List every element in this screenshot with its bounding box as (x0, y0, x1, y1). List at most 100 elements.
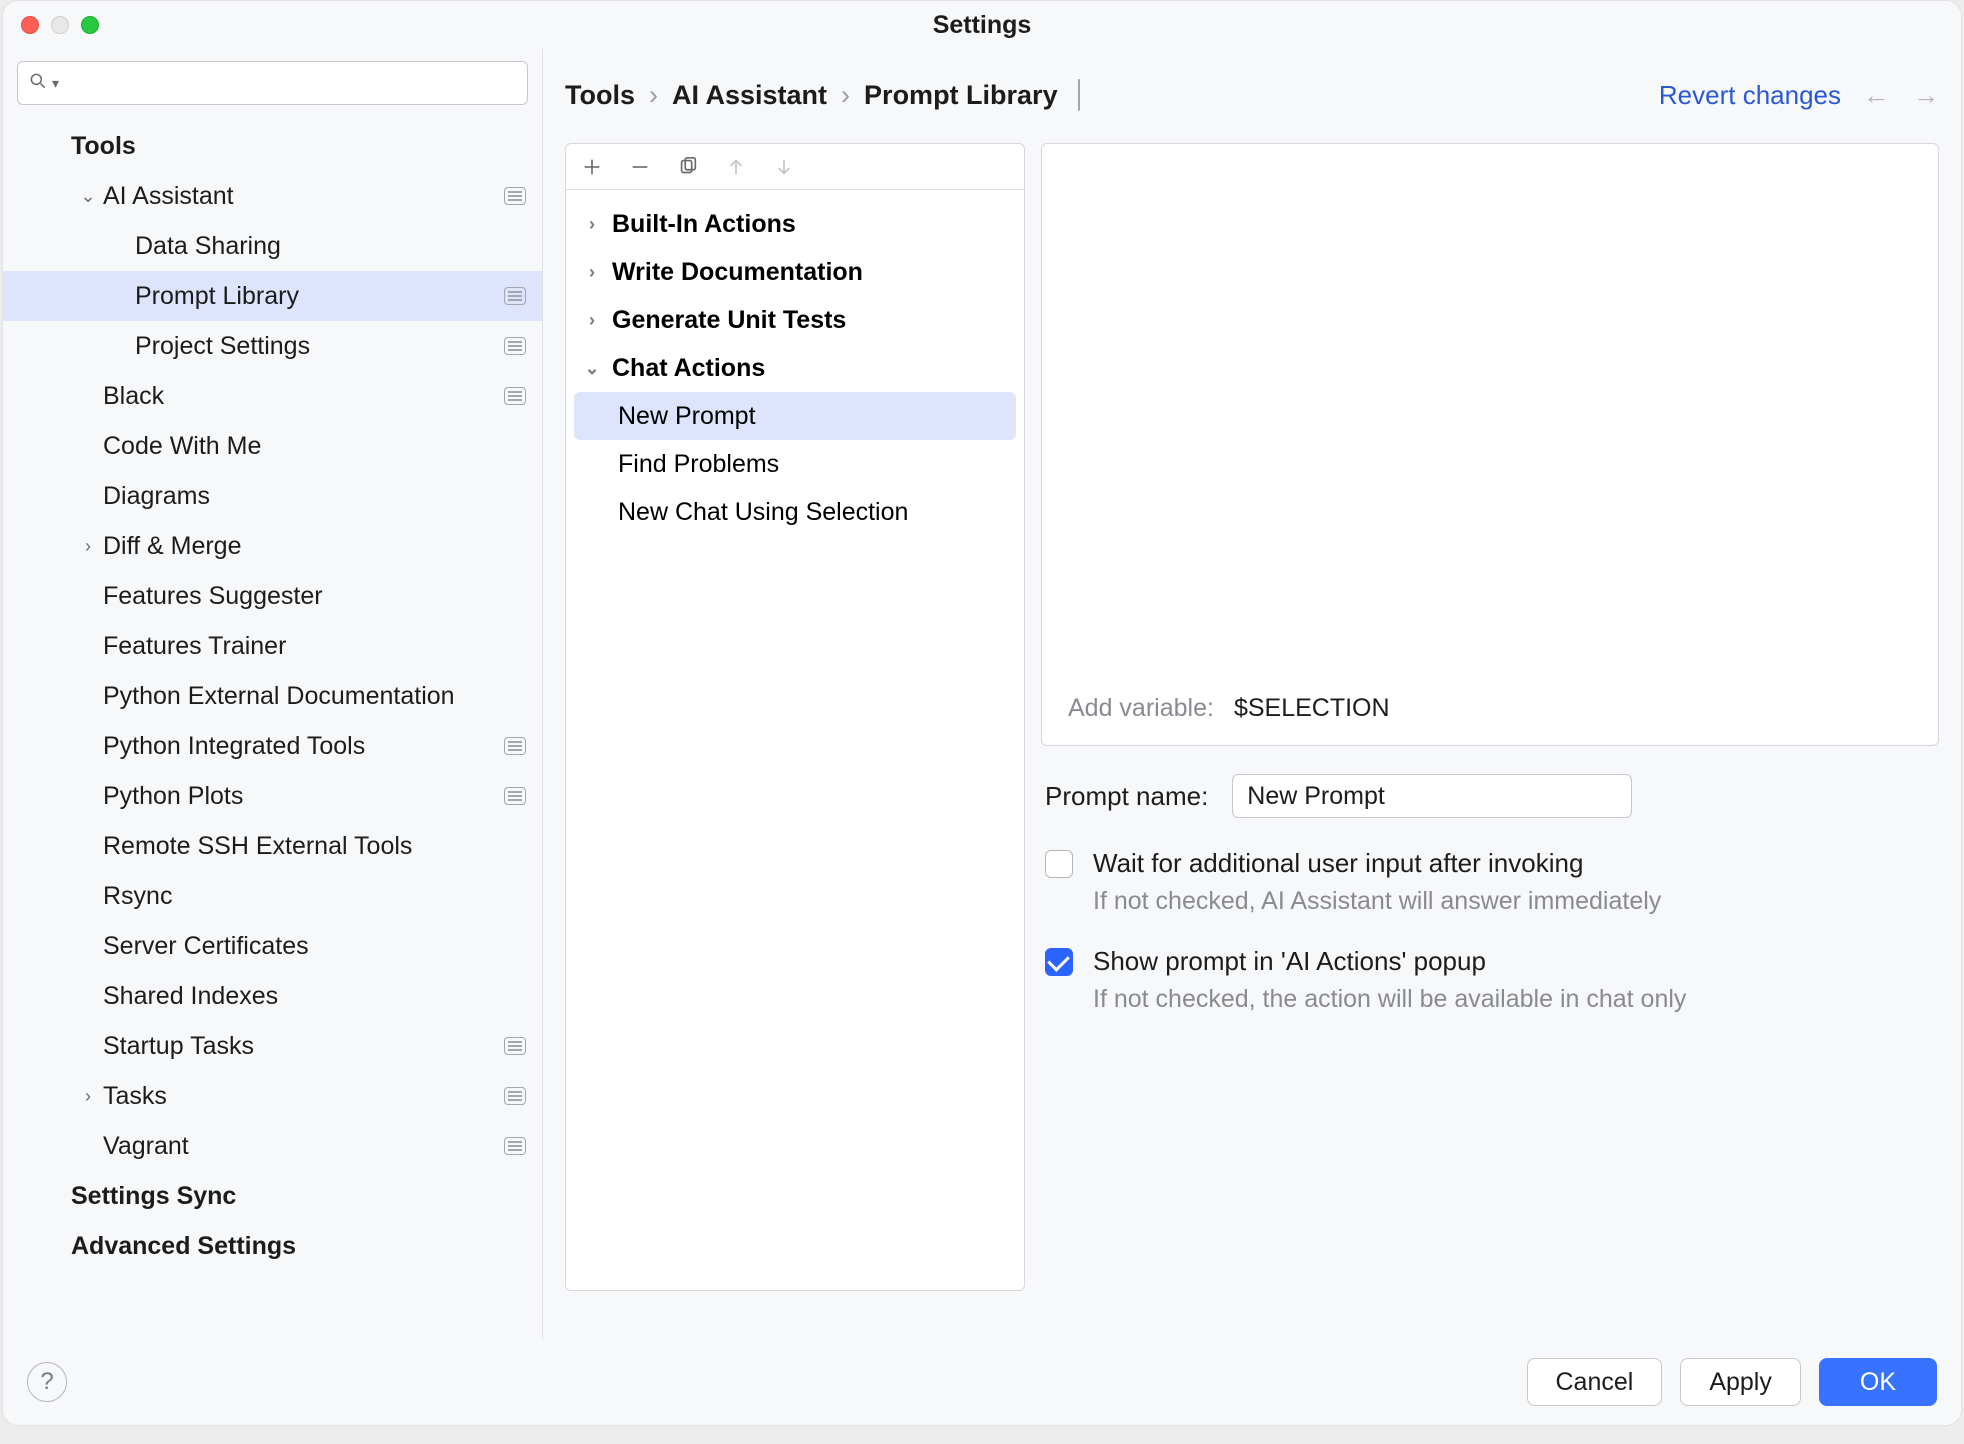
sidebar-item[interactable]: ›Diff & Merge (3, 521, 542, 571)
add-button[interactable] (578, 153, 606, 181)
content: ▾ Tools⌄AI AssistantData SharingPrompt L… (3, 49, 1961, 1339)
prompt-tree-label: Write Documentation (612, 258, 863, 287)
sidebar-item[interactable]: Features Suggester (3, 571, 542, 621)
project-scope-icon (504, 1037, 526, 1055)
prompt-tree-item[interactable]: › Write Documentation (566, 248, 1024, 296)
sidebar-item[interactable]: Settings Sync (3, 1171, 542, 1221)
prompt-name-label: Prompt name: (1045, 781, 1208, 812)
wait-input-checkbox[interactable] (1045, 850, 1073, 878)
prompt-tree-item[interactable]: New Chat Using Selection (566, 488, 1024, 536)
prompt-tree-item[interactable]: › Generate Unit Tests (566, 296, 1024, 344)
apply-button[interactable]: Apply (1680, 1358, 1801, 1406)
cancel-button[interactable]: Cancel (1527, 1358, 1663, 1406)
wait-input-hint: If not checked, AI Assistant will answer… (1093, 887, 1661, 916)
chevron-down-icon: ⌄ (580, 358, 604, 379)
search-options-caret-icon[interactable]: ▾ (52, 75, 59, 92)
prompt-tree-item[interactable]: ⌄ Chat Actions (566, 344, 1024, 392)
sidebar-item[interactable]: Remote SSH External Tools (3, 821, 542, 871)
remove-button[interactable] (626, 153, 654, 181)
nav-forward-icon[interactable]: → (1913, 80, 1939, 111)
sidebar-item-label: Vagrant (103, 1132, 504, 1161)
sidebar-item-label: Prompt Library (135, 282, 504, 311)
prompt-library-panel: › Built-In Actions › Write Documentation › Ge… (565, 143, 1025, 1291)
add-variable-label: Add variable: (1068, 694, 1214, 723)
sidebar-item-label: Black (103, 382, 504, 411)
sidebar-item[interactable]: Tools (3, 121, 542, 171)
nav-back-icon[interactable]: ← (1863, 80, 1889, 111)
sidebar-item[interactable]: Black (3, 371, 542, 421)
show-in-actions-checkbox[interactable] (1045, 948, 1073, 976)
search-icon (28, 71, 48, 96)
sidebar-item[interactable]: ›Tasks (3, 1071, 542, 1121)
project-scope-icon (504, 1137, 526, 1155)
sidebar-item-label: Startup Tasks (103, 1032, 504, 1061)
minimize-window-button[interactable] (51, 16, 69, 34)
prompt-tree-item[interactable]: › Built-In Actions (566, 200, 1024, 248)
chevron-right-icon: › (73, 536, 103, 557)
sidebar-item-label: Remote SSH External Tools (103, 832, 526, 861)
prompt-tree-label: New Prompt (618, 402, 756, 431)
sidebar-item[interactable]: Server Certificates (3, 921, 542, 971)
sidebar-item-label: Diff & Merge (103, 532, 526, 561)
sidebar-item[interactable]: Shared Indexes (3, 971, 542, 1021)
sidebar-item[interactable]: Rsync (3, 871, 542, 921)
sidebar-item-label: Advanced Settings (71, 1232, 526, 1261)
project-scope-icon (504, 1087, 526, 1105)
sidebar-item[interactable]: Code With Me (3, 421, 542, 471)
breadcrumb-item[interactable]: Prompt Library (864, 80, 1058, 111)
window-controls (21, 16, 99, 34)
breadcrumb-item[interactable]: AI Assistant (672, 80, 827, 111)
sidebar-item-label: Features Suggester (103, 582, 526, 611)
copy-button[interactable] (674, 153, 702, 181)
show-in-actions-label: Show prompt in 'AI Actions' popup (1093, 946, 1686, 977)
chevron-right-icon: › (580, 214, 604, 235)
sidebar-item[interactable]: Diagrams (3, 471, 542, 521)
prompt-tree-label: Chat Actions (612, 354, 765, 383)
sidebar-item-label: Code With Me (103, 432, 526, 461)
sidebar-item[interactable]: Vagrant (3, 1121, 542, 1171)
sidebar-item-label: Settings Sync (71, 1182, 526, 1211)
revert-changes-link[interactable]: Revert changes (1659, 80, 1841, 111)
wait-input-label: Wait for additional user input after inv… (1093, 848, 1661, 879)
search-input[interactable]: ▾ (17, 61, 528, 105)
chevron-right-icon: › (580, 262, 604, 283)
prompt-tree-label: New Chat Using Selection (618, 498, 908, 527)
sidebar-item[interactable]: Prompt Library (3, 271, 542, 321)
project-scope-icon (504, 287, 526, 305)
prompt-name-input[interactable] (1232, 774, 1632, 818)
sidebar-item[interactable]: ⌄AI Assistant (3, 171, 542, 221)
sidebar-item-label: Server Certificates (103, 932, 526, 961)
project-scope-icon (1078, 80, 1080, 111)
prompt-tree-item[interactable]: New Prompt (574, 392, 1016, 440)
ok-button[interactable]: OK (1819, 1358, 1937, 1406)
sidebar-item[interactable]: Data Sharing (3, 221, 542, 271)
chevron-right-icon: › (580, 310, 604, 331)
sidebar-item[interactable]: Startup Tasks (3, 1021, 542, 1071)
project-scope-icon (504, 337, 526, 355)
sidebar-item[interactable]: Python Plots (3, 771, 542, 821)
sidebar-item-label: Data Sharing (135, 232, 526, 261)
sidebar-item[interactable]: Python Integrated Tools (3, 721, 542, 771)
sidebar-item[interactable]: Advanced Settings (3, 1221, 542, 1271)
sidebar-item-label: Python Plots (103, 782, 504, 811)
prompt-editor-panel: Add variable: $SELECTION Prompt name: (1041, 143, 1939, 1291)
prompt-editor[interactable]: Add variable: $SELECTION (1041, 143, 1939, 746)
zoom-window-button[interactable] (81, 16, 99, 34)
sidebar-item[interactable]: Project Settings (3, 321, 542, 371)
add-variable-selection[interactable]: $SELECTION (1234, 694, 1390, 723)
sidebar-item-label: Tools (71, 132, 526, 161)
sidebar-item[interactable]: Python External Documentation (3, 671, 542, 721)
main-panel: Tools › AI Assistant › Prompt Library Re… (543, 49, 1961, 1339)
prompt-tree-label: Generate Unit Tests (612, 306, 846, 335)
prompt-tree-label: Built-In Actions (612, 210, 796, 239)
project-scope-icon (504, 737, 526, 755)
sidebar-item[interactable]: Features Trainer (3, 621, 542, 671)
close-window-button[interactable] (21, 16, 39, 34)
breadcrumb-item[interactable]: Tools (565, 80, 635, 111)
prompt-tree-item[interactable]: Find Problems (566, 440, 1024, 488)
move-up-button[interactable] (722, 153, 750, 181)
prompt-toolbar (566, 144, 1024, 190)
help-button[interactable]: ? (27, 1362, 67, 1402)
settings-tree: Tools ⌄AI Assistant Data Sharing Prompt Lib… (3, 121, 542, 1271)
move-down-button[interactable] (770, 153, 798, 181)
